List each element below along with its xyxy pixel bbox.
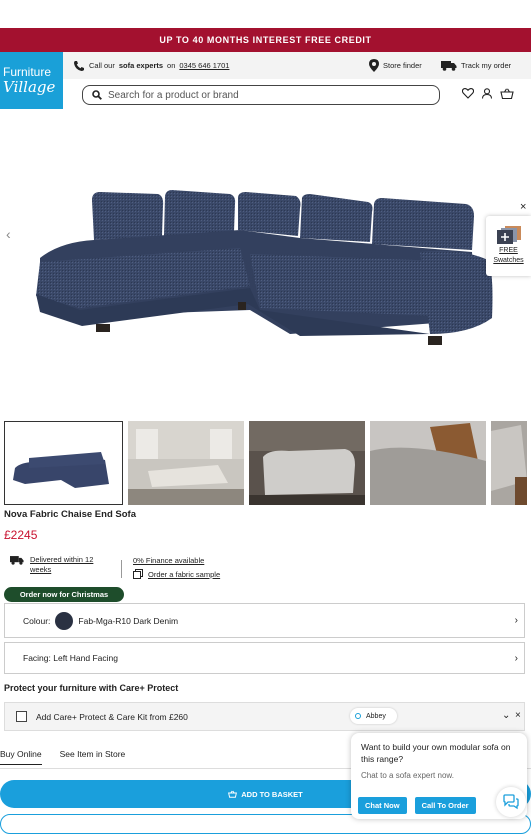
logo-line2: Village — [3, 78, 56, 96]
promo-banner[interactable]: UP TO 40 MONTHS INTEREST FREE CREDIT — [0, 28, 531, 52]
store-finder-label: Store finder — [383, 61, 422, 70]
thumbnail-5[interactable] — [491, 421, 527, 505]
user-icon[interactable] — [481, 88, 493, 99]
gallery-prev-arrow[interactable]: ‹ — [6, 226, 11, 242]
heart-icon[interactable] — [462, 88, 474, 99]
tab-buy-online[interactable]: Buy Online — [0, 749, 42, 765]
chevron-down-icon[interactable]: ⌄ — [502, 710, 510, 721]
call-to-order-button[interactable]: Call To Order — [414, 797, 476, 814]
divider — [121, 560, 122, 578]
purchase-tabs: Buy Online See Item in Store — [0, 749, 125, 765]
swatch-label-swatches: Swatches — [493, 257, 524, 264]
phone-icon — [74, 60, 84, 71]
search-icon — [92, 90, 102, 100]
chat-bubble-icon[interactable] — [496, 787, 526, 817]
protect-title: Protect your furniture with Care+ Protec… — [4, 683, 179, 693]
logo[interactable]: Furniture Village — [0, 52, 63, 109]
call-on: on — [167, 61, 176, 70]
colour-label: Colour: — [23, 615, 51, 626]
product-hero-image[interactable] — [0, 112, 531, 417]
christmas-badge: Order now for Christmas — [4, 587, 124, 602]
basket-icon — [228, 790, 238, 798]
call-bold: sofa experts — [118, 61, 164, 70]
track-order-link[interactable]: Track my order — [441, 60, 511, 71]
copy-icon — [133, 569, 143, 579]
info-bar: Call our sofa experts on 0345 646 1701 S… — [63, 52, 531, 79]
phone-number[interactable]: 0345 646 1701 — [179, 61, 229, 70]
abbey-label: Abbey — [366, 712, 386, 720]
chat-subtext: Chat to a sofa expert now. — [361, 771, 454, 780]
fabric-sample-text: Order a fabric sample — [148, 569, 221, 579]
swatch-label-free: FREE — [499, 247, 518, 254]
chat-buttons: Chat Now Call To Order — [358, 797, 476, 814]
fabric-sample-link[interactable]: Order a fabric sample — [133, 569, 220, 579]
tab-see-in-store[interactable]: See Item in Store — [60, 749, 126, 765]
call-link[interactable]: Call our sofa experts on 0345 646 1701 — [73, 60, 229, 72]
chat-question: Want to build your own modular sofa on t… — [361, 742, 511, 764]
product-name: Nova Fabric Chaise End Sofa — [4, 509, 136, 520]
header-icons — [462, 88, 514, 99]
delivery-info[interactable]: Delivered within 12 weeks — [10, 555, 112, 575]
swatch-close-icon[interactable]: × — [520, 201, 526, 213]
delivery-text: Delivered within 12 weeks — [30, 555, 94, 574]
chevron-right-icon: › — [514, 652, 518, 664]
swatch-stack-icon — [496, 226, 521, 244]
basket-icon[interactable] — [500, 88, 514, 99]
thumbnail-1[interactable] — [4, 421, 123, 505]
add-to-basket-label: ADD TO BASKET — [241, 789, 303, 799]
close-icon[interactable]: × — [515, 710, 521, 721]
colour-value: Fab-Mga-R10 Dark Denim — [78, 615, 179, 626]
facing-selector[interactable]: Facing: Left Hand Facing › — [4, 642, 525, 674]
thumbnail-3[interactable] — [249, 421, 365, 505]
abbey-chat-badge[interactable]: Abbey — [350, 708, 397, 724]
search-input[interactable]: Search for a product or brand — [82, 85, 440, 105]
promo-text: UP TO 40 MONTHS INTEREST FREE CREDIT — [159, 35, 372, 45]
location-pin-icon — [369, 59, 379, 72]
product-price: £2245 — [4, 528, 38, 542]
thumbnail-4[interactable] — [370, 421, 486, 505]
chevron-right-icon: › — [514, 615, 518, 626]
colour-selector[interactable]: Colour: Fab-Mga-R10 Dark Denim › — [4, 603, 525, 638]
track-order-label: Track my order — [461, 61, 512, 70]
search-placeholder: Search for a product or brand — [108, 89, 239, 101]
thumbnail-2[interactable] — [128, 421, 244, 505]
finance-link[interactable]: 0% Finance available — [133, 556, 204, 565]
care-protect-checkbox[interactable] — [16, 711, 27, 722]
colour-swatch — [55, 611, 74, 630]
store-finder-link[interactable]: Store finder — [369, 59, 422, 72]
truck-icon — [441, 61, 457, 71]
abbey-ring-icon — [355, 713, 361, 719]
facing-value: Facing: Left Hand Facing — [23, 653, 118, 663]
care-protect-label: Add Care+ Protect & Care Kit from £260 — [36, 711, 188, 722]
care-protect-row[interactable]: Add Care+ Protect & Care Kit from £260 — [4, 702, 525, 731]
call-prefix: Call our — [89, 61, 115, 70]
thumbnail-strip — [4, 421, 527, 505]
delivery-truck-icon — [10, 556, 24, 565]
free-swatches-button[interactable]: FREE Swatches — [486, 216, 531, 276]
chat-now-button[interactable]: Chat Now — [358, 797, 407, 814]
